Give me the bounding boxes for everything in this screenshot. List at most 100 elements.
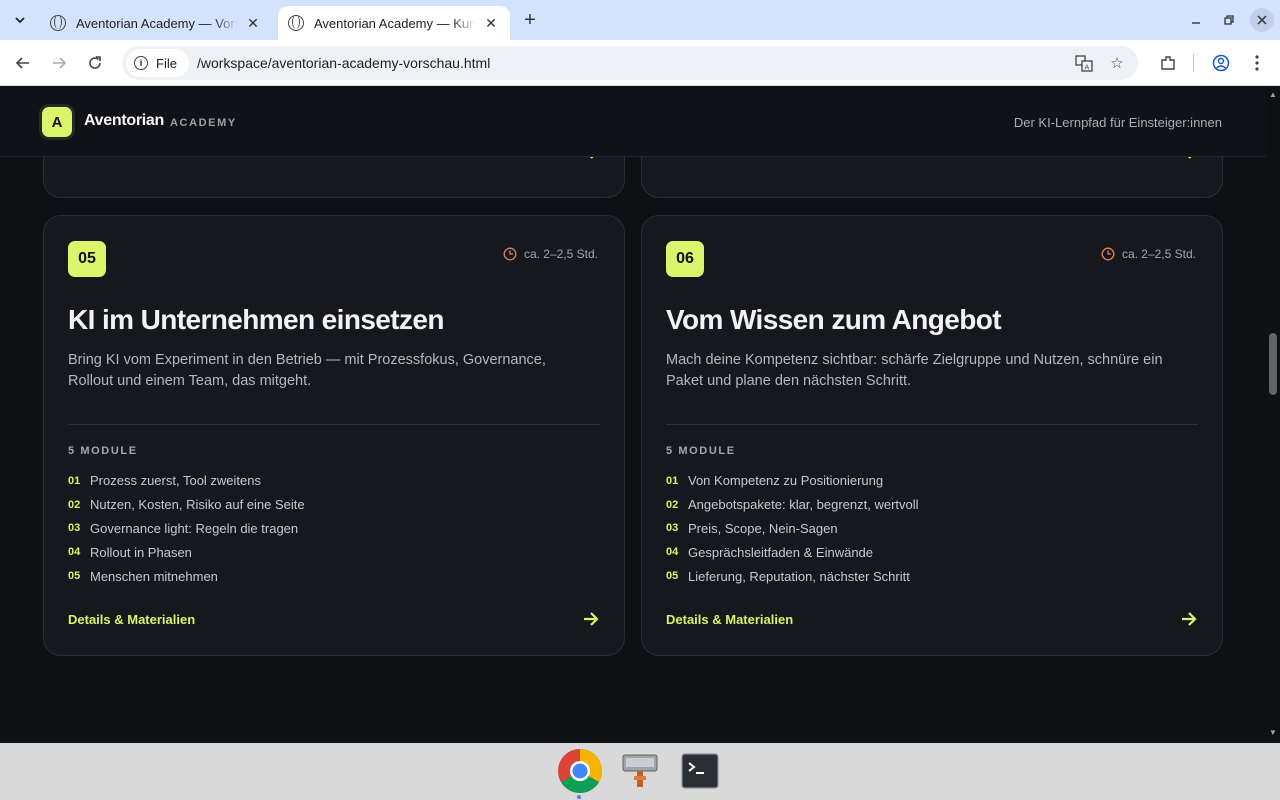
globe-icon: [288, 15, 304, 31]
modules-count-label: 5 MODULE: [666, 445, 736, 457]
modules-count-label: 5 MODULE: [68, 445, 138, 457]
course-duration: ca. 2–2,5 Std.: [503, 247, 598, 261]
module-item: 05 Menschen mitnehmen: [68, 564, 305, 588]
tab-title: Aventorian Academy — Vorschau: [76, 15, 238, 31]
module-label: Menschen mitnehmen: [90, 568, 218, 584]
course-duration: ca. 2–2,5 Std.: [1101, 247, 1196, 261]
course-number-badge: 05: [68, 241, 106, 277]
address-bar[interactable]: i File /workspace/aventorian-academy-vor…: [122, 46, 1138, 80]
course-card-05: 05 ca. 2–2,5 Std. KI im Unternehmen eins…: [43, 215, 625, 656]
running-indicator: [577, 795, 581, 799]
module-item: 02 Nutzen, Kosten, Risiko auf eine Seite: [68, 493, 305, 517]
module-number: 04: [68, 546, 81, 559]
module-number: 02: [68, 498, 81, 511]
minimize-icon[interactable]: [1184, 8, 1208, 32]
arrow-right-icon: [584, 612, 599, 626]
duration-text: ca. 2–2,5 Std.: [1121, 247, 1196, 261]
os-taskbar: [0, 743, 1280, 800]
reload-icon[interactable]: [82, 50, 108, 76]
duration-text: ca. 2–2,5 Std.: [523, 247, 598, 261]
course-number-badge: 06: [666, 241, 704, 277]
browser-tab-2[interactable]: Aventorian Academy — Kurse ✕: [278, 6, 510, 40]
course-description: Mach deine Kompetenz sichtbar: schärfe Z…: [666, 352, 1163, 389]
module-label: Nutzen, Kosten, Risiko auf eine Seite: [90, 497, 305, 513]
scroll-down-icon[interactable]: ▼: [1269, 729, 1277, 737]
page-scrollbar[interactable]: ▲ ▼: [1266, 87, 1280, 743]
module-item: 01 Prozess zuerst, Tool zweitens: [68, 469, 305, 493]
brand-subtitle: ACADEMY: [170, 117, 237, 129]
globe-icon: [50, 15, 66, 31]
module-item: 04 Gesprächsleitfaden & Einwände: [666, 540, 919, 564]
svg-text:A: A: [1085, 64, 1090, 72]
restore-icon[interactable]: [1217, 8, 1241, 32]
site-info-chip[interactable]: i File: [126, 49, 189, 77]
module-number: 01: [68, 474, 81, 487]
module-label: Von Kompetenz zu Positionierung: [688, 473, 884, 489]
logo[interactable]: A: [42, 107, 72, 137]
module-item: 05 Lieferung, Reputation, nächster Schrit…: [666, 564, 919, 588]
details-link[interactable]: Details & Materialien: [666, 610, 1198, 628]
arrow-right-icon: [1182, 612, 1197, 626]
site-header: A Aventorian ACADEMY Der KI-Lernpfad für…: [0, 87, 1266, 157]
module-label: Preis, Scope, Nein-Sagen: [688, 520, 838, 536]
module-number: 02: [666, 498, 679, 511]
module-label: Governance light: Regeln die tragen: [90, 520, 299, 536]
card-divider: [68, 424, 600, 425]
scroll-up-icon[interactable]: ▲: [1269, 91, 1277, 99]
course-card-06: 06 ca. 2–2,5 Std. Vom Wissen zum Angebot…: [641, 215, 1223, 656]
module-number: 04: [666, 546, 679, 559]
extensions-icon[interactable]: [1156, 51, 1180, 75]
back-icon[interactable]: [10, 50, 36, 76]
details-label: Details & Materialien: [666, 611, 794, 627]
browser-toolbar: i File /workspace/aventorian-academy-vor…: [0, 40, 1280, 86]
tab-title: Aventorian Academy — Kurse: [314, 15, 476, 31]
forward-icon[interactable]: [46, 50, 72, 76]
browser-tab-1[interactable]: Aventorian Academy — Vorschau ✕: [40, 6, 272, 40]
module-label: Gesprächsleitfaden & Einwände: [688, 544, 874, 560]
site-tagline: Der KI-Lernpfad für Einsteiger:innen: [1013, 115, 1222, 130]
module-list: 01 Prozess zuerst, Tool zweitens 02 Nutzen…: [68, 469, 305, 588]
module-item: 03 Governance light: Regeln die tragen: [68, 517, 305, 541]
close-tab-icon[interactable]: ✕: [482, 14, 500, 32]
module-number: 05: [68, 570, 81, 583]
module-number: 03: [68, 522, 81, 535]
details-link[interactable]: Details & Materialien: [68, 610, 600, 628]
module-label: Prozess zuerst, Tool zweitens: [90, 473, 261, 489]
close-window-icon[interactable]: [1250, 8, 1274, 32]
module-list: 01 Von Kompetenz zu Positionierung 02 Ange…: [666, 469, 919, 588]
course-description: Bring KI vom Experiment in den Betrieb —…: [68, 352, 546, 389]
file-manager-app-icon[interactable]: [616, 747, 664, 795]
module-number: 05: [666, 570, 679, 583]
brand-name: Aventorian: [84, 112, 164, 129]
menu-kebab-icon[interactable]: [1245, 51, 1269, 75]
browser-tabstrip: Aventorian Academy — Vorschau ✕ Aventori…: [0, 0, 1280, 40]
toolbar-separator: [1193, 54, 1194, 72]
course-title: KI im Unternehmen einsetzen: [68, 304, 444, 335]
profile-icon[interactable]: [1209, 51, 1233, 75]
scrollbar-thumb[interactable]: [1269, 333, 1277, 395]
translate-icon[interactable]: A: [1074, 53, 1094, 73]
clock-icon: [1101, 247, 1115, 261]
url-text[interactable]: /workspace/aventorian-academy-vorschau.h…: [197, 55, 490, 71]
clock-icon: [503, 247, 517, 261]
details-label: Details & Materialien: [68, 611, 196, 627]
module-number: 01: [666, 474, 679, 487]
terminal-app-icon[interactable]: [676, 747, 724, 795]
module-number: 03: [666, 522, 679, 535]
module-label: Lieferung, Reputation, nächster Schritt: [688, 568, 910, 584]
scheme-label: File: [156, 55, 177, 71]
tab-search-chevron-icon[interactable]: [8, 8, 32, 32]
module-item: 01 Von Kompetenz zu Positionierung: [666, 469, 919, 493]
bookmark-star-icon[interactable]: ☆: [1107, 53, 1127, 73]
module-label: Angebotspakete: klar, begrenzt, wertvoll: [688, 497, 919, 513]
module-item: 03 Preis, Scope, Nein-Sagen: [666, 517, 919, 541]
course-title: Vom Wissen zum Angebot: [666, 304, 1002, 335]
new-tab-button[interactable]: +: [518, 8, 542, 32]
chrome-app-icon[interactable]: [556, 747, 604, 795]
page-viewport: Details & Materialien Details & Material…: [0, 87, 1266, 743]
close-tab-icon[interactable]: ✕: [244, 14, 262, 32]
card-divider: [666, 424, 1198, 425]
module-item: 02 Angebotspakete: klar, begrenzt, wertvo…: [666, 493, 919, 517]
module-label: Rollout in Phasen: [90, 544, 192, 560]
module-item: 04 Rollout in Phasen: [68, 540, 305, 564]
